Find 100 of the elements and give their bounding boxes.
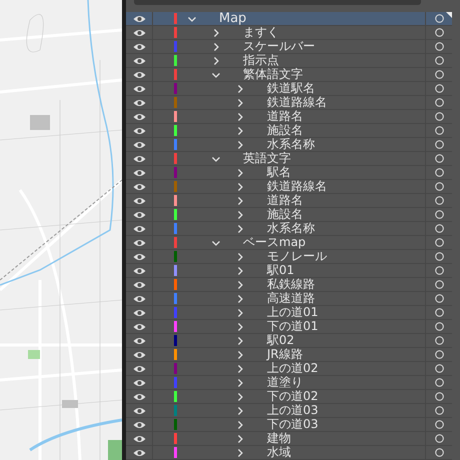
chevron-icon[interactable]: [235, 112, 245, 122]
layer-row[interactable]: スケールバー: [126, 40, 452, 54]
layer-row[interactable]: ベースmap: [126, 236, 452, 250]
eye-icon[interactable]: [132, 154, 146, 162]
target-circle-icon[interactable]: [434, 42, 444, 51]
chevron-icon[interactable]: [235, 280, 245, 290]
eye-icon[interactable]: [132, 406, 146, 414]
target-circle-icon[interactable]: [434, 182, 444, 191]
chevron-icon[interactable]: [235, 98, 245, 108]
target-circle-icon[interactable]: [434, 210, 444, 219]
eye-icon[interactable]: [132, 28, 146, 36]
target-circle-icon[interactable]: [434, 168, 444, 177]
target-circle-icon[interactable]: [434, 14, 444, 23]
layer-row[interactable]: 道塗り: [126, 376, 452, 390]
chevron-icon[interactable]: [235, 182, 245, 192]
target-circle-icon[interactable]: [434, 252, 444, 261]
eye-icon[interactable]: [132, 378, 146, 386]
chevron-icon[interactable]: [235, 336, 245, 346]
layer-row[interactable]: 鉄道路線名: [126, 180, 452, 194]
target-circle-icon[interactable]: [434, 28, 444, 37]
eye-icon[interactable]: [132, 420, 146, 428]
chevron-icon[interactable]: [235, 168, 245, 178]
eye-icon[interactable]: [132, 448, 146, 456]
target-circle-icon[interactable]: [434, 70, 444, 79]
search-field[interactable]: [134, 0, 421, 5]
chevron-icon[interactable]: [211, 56, 221, 66]
layer-row[interactable]: 上の道02: [126, 362, 452, 376]
target-circle-icon[interactable]: [434, 224, 444, 233]
chevron-icon[interactable]: [211, 42, 221, 52]
target-circle-icon[interactable]: [434, 336, 444, 345]
layer-row[interactable]: 施設名: [126, 124, 452, 138]
chevron-icon[interactable]: [235, 378, 245, 388]
layer-row[interactable]: 駅02: [126, 334, 452, 348]
target-circle-icon[interactable]: [434, 84, 444, 93]
chevron-icon[interactable]: [235, 322, 245, 332]
target-circle-icon[interactable]: [434, 294, 444, 303]
layer-row[interactable]: 英語文字: [126, 152, 452, 166]
eye-icon[interactable]: [132, 434, 146, 442]
layer-row[interactable]: 建物: [126, 432, 452, 446]
target-circle-icon[interactable]: [434, 322, 444, 331]
target-circle-icon[interactable]: [434, 140, 444, 149]
layer-row[interactable]: 下の道02: [126, 390, 452, 404]
chevron-icon[interactable]: [235, 266, 245, 276]
layer-row[interactable]: 水系名称: [126, 222, 452, 236]
layer-row[interactable]: 繁体語文字: [126, 68, 452, 82]
eye-icon[interactable]: [132, 126, 146, 134]
chevron-icon[interactable]: [235, 224, 245, 234]
layer-row[interactable]: 道路名: [126, 110, 452, 124]
eye-icon[interactable]: [132, 392, 146, 400]
eye-icon[interactable]: [132, 196, 146, 204]
chevron-icon[interactable]: [235, 210, 245, 220]
target-circle-icon[interactable]: [434, 126, 444, 135]
layer-row[interactable]: 鉄道路線名: [126, 96, 452, 110]
eye-icon[interactable]: [132, 98, 146, 106]
chevron-icon[interactable]: [235, 434, 245, 444]
target-circle-icon[interactable]: [434, 448, 444, 457]
target-circle-icon[interactable]: [434, 406, 444, 415]
layer-row[interactable]: 水域: [126, 446, 452, 460]
chevron-icon[interactable]: [235, 350, 245, 360]
target-circle-icon[interactable]: [434, 392, 444, 401]
layer-row[interactable]: 駅名: [126, 166, 452, 180]
target-circle-icon[interactable]: [434, 364, 444, 373]
chevron-icon[interactable]: [235, 392, 245, 402]
target-circle-icon[interactable]: [434, 266, 444, 275]
target-circle-icon[interactable]: [434, 434, 444, 443]
chevron-icon[interactable]: [235, 196, 245, 206]
eye-icon[interactable]: [132, 210, 146, 218]
eye-icon[interactable]: [132, 336, 146, 344]
chevron-icon[interactable]: [235, 448, 245, 458]
eye-icon[interactable]: [132, 308, 146, 316]
chevron-icon[interactable]: [235, 126, 245, 136]
layer-row[interactable]: 下の道03: [126, 418, 452, 432]
layer-row[interactable]: 施設名: [126, 208, 452, 222]
eye-icon[interactable]: [132, 364, 146, 372]
layer-row[interactable]: Map: [126, 12, 452, 26]
layer-row[interactable]: ますく: [126, 26, 452, 40]
chevron-icon[interactable]: [235, 294, 245, 304]
eye-icon[interactable]: [132, 350, 146, 358]
chevron-icon[interactable]: [235, 308, 245, 318]
chevron-icon[interactable]: [235, 406, 245, 416]
eye-icon[interactable]: [132, 168, 146, 176]
eye-icon[interactable]: [132, 84, 146, 92]
target-circle-icon[interactable]: [434, 378, 444, 387]
layer-row[interactable]: 鉄道駅名: [126, 82, 452, 96]
eye-icon[interactable]: [132, 140, 146, 148]
target-circle-icon[interactable]: [434, 420, 444, 429]
chevron-icon[interactable]: [235, 84, 245, 94]
target-circle-icon[interactable]: [434, 238, 444, 247]
eye-icon[interactable]: [132, 252, 146, 260]
eye-icon[interactable]: [132, 280, 146, 288]
eye-icon[interactable]: [132, 56, 146, 64]
eye-icon[interactable]: [132, 112, 146, 120]
target-circle-icon[interactable]: [434, 56, 444, 65]
layer-row[interactable]: 水系名称: [126, 138, 452, 152]
eye-icon[interactable]: [132, 224, 146, 232]
eye-icon[interactable]: [132, 238, 146, 246]
chevron-icon[interactable]: [211, 28, 221, 38]
eye-icon[interactable]: [132, 14, 146, 22]
chevron-icon[interactable]: [235, 364, 245, 374]
eye-icon[interactable]: [132, 266, 146, 274]
